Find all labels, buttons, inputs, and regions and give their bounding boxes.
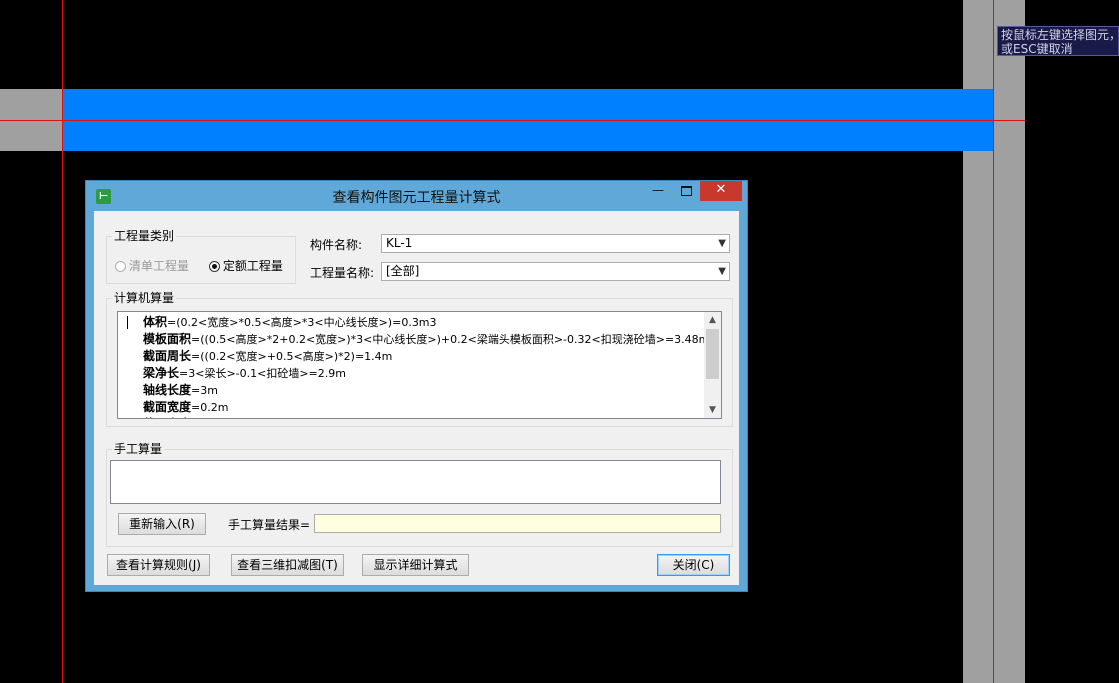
calc-line-name: 模板面积 — [143, 332, 192, 346]
chevron-down-icon: ▼ — [718, 238, 726, 249]
axis-line-vertical-right — [993, 0, 994, 683]
maximize-icon — [680, 186, 692, 196]
calc-line-formula: =0.5 — [191, 418, 218, 419]
view-3d-deduction-button[interactable]: 查看三维扣减图(T) — [231, 554, 344, 576]
calc-line-name: 梁净长 — [143, 366, 180, 380]
computer-calc-legend: 计算机算量 — [112, 290, 177, 306]
calc-line-formula: =((0.2<宽度>+0.5<高度>)*2)=1.4m — [191, 350, 393, 363]
radio-norm-quantity-label: 定额工程量 — [222, 259, 283, 273]
tooltip-line1: 按鼠标左键选择图元， — [1001, 28, 1119, 42]
quantity-name-value: [全部] — [386, 264, 420, 278]
tooltip-line2: 或ESC键取消 — [1001, 42, 1073, 56]
manual-result-field[interactable] — [314, 514, 721, 533]
component-name-label: 构件名称: — [310, 238, 363, 252]
canvas-hint-tooltip: 按鼠标左键选择图元， 或ESC键取消 — [997, 26, 1119, 56]
manual-calc-textarea[interactable] — [110, 460, 721, 504]
calc-line: 截面高度=0.5 — [143, 416, 703, 419]
scroll-up-icon[interactable]: ▲ — [704, 312, 721, 328]
axis-line-vertical-left — [62, 0, 63, 683]
chevron-down-icon: ▼ — [718, 266, 726, 277]
quantity-category-legend: 工程量类别 — [112, 228, 177, 244]
close-button[interactable]: 关闭(C) — [657, 554, 730, 576]
quantity-name-label: 工程量名称: — [310, 266, 375, 280]
component-name-select[interactable]: KL-1 ▼ — [381, 234, 730, 253]
computer-calc-textarea[interactable]: 体积=(0.2<宽度>*0.5<高度>*3<中心线长度>)=0.3m3 模板面积=… — [117, 311, 722, 419]
calc-scrollbar[interactable]: ▲ ▼ — [704, 312, 721, 418]
manual-calc-legend: 手工算量 — [112, 441, 165, 457]
calc-line-name: 截面高度 — [143, 417, 191, 418]
manual-calc-group: 手工算量 重新输入(R) 手工算量结果= — [106, 441, 733, 547]
scroll-thumb[interactable] — [706, 329, 719, 379]
maximize-button[interactable] — [672, 181, 700, 201]
calc-line-formula: =3<梁长>-0.1<扣砼墙>=2.9m — [179, 367, 346, 380]
calc-line-formula: =3m — [191, 384, 218, 397]
scroll-down-icon[interactable]: ▼ — [704, 402, 721, 418]
manual-result-label: 手工算量结果= — [228, 518, 311, 532]
calc-line: 轴线长度=3m — [143, 382, 703, 399]
calc-line-name: 截面宽度 — [143, 400, 192, 414]
calc-line: 截面周长=((0.2<宽度>+0.5<高度>)*2)=1.4m — [143, 348, 703, 365]
calc-line: 截面宽度=0.2m — [143, 399, 703, 416]
calc-line: 梁净长=3<梁长>-0.1<扣砼墙>=2.9m — [143, 365, 703, 382]
show-detail-formula-button[interactable]: 显示详细计算式 — [362, 554, 469, 576]
view-rules-button[interactable]: 查看计算规则(J) — [107, 554, 210, 576]
calc-line-name: 轴线长度 — [143, 383, 192, 397]
dialog-titlebar[interactable]: ⊢ 查看构件图元工程量计算式 — ✕ — [86, 181, 747, 211]
calc-line: 模板面积=((0.5<高度>*2+0.2<宽度>)*3<中心线长度>)+0.2<… — [143, 331, 716, 348]
calc-line-name: 体积 — [143, 315, 168, 329]
calc-line-formula: =(0.2<宽度>*0.5<高度>*3<中心线长度>)=0.3m3 — [167, 316, 437, 329]
radio-bill-quantity[interactable]: 清单工程量 — [115, 257, 189, 274]
calc-line-formula: =((0.5<高度>*2+0.2<宽度>)*3<中心线长度>)+0.2<梁端头模… — [191, 333, 717, 346]
minimize-button[interactable]: — — [644, 181, 672, 201]
axis-line-horizontal — [0, 120, 1025, 121]
calc-line: 体积=(0.2<宽度>*0.5<高度>*3<中心线长度>)=0.3m3 — [143, 314, 703, 331]
quantity-name-select[interactable]: [全部] ▼ — [381, 262, 730, 281]
dialog-client-area: 工程量类别 清单工程量 定额工程量 构件名称: KL-1 ▼ 工程量名称: [全… — [94, 211, 739, 585]
calc-formula-list: 体积=(0.2<宽度>*0.5<高度>*3<中心线长度>)=0.3m3 模板面积=… — [143, 314, 716, 419]
component-name-value: KL-1 — [386, 236, 413, 250]
text-caret — [127, 316, 128, 329]
quantity-category-group: 工程量类别 清单工程量 定额工程量 — [106, 228, 296, 284]
quantity-formula-dialog: ⊢ 查看构件图元工程量计算式 — ✕ 工程量类别 清单工程量 定额工程量 构件名… — [85, 180, 748, 592]
radio-norm-quantity[interactable]: 定额工程量 — [208, 257, 283, 274]
reinput-button[interactable]: 重新输入(R) — [118, 513, 206, 535]
calc-line-formula: =0.2m — [191, 401, 229, 414]
close-window-button[interactable]: ✕ — [700, 181, 742, 201]
calc-line-name: 截面周长 — [143, 349, 192, 363]
computer-calc-group: 计算机算量 体积=(0.2<宽度>*0.5<高度>*3<中心线长度>)=0.3m… — [106, 290, 733, 427]
radio-bill-quantity-label: 清单工程量 — [129, 259, 190, 273]
